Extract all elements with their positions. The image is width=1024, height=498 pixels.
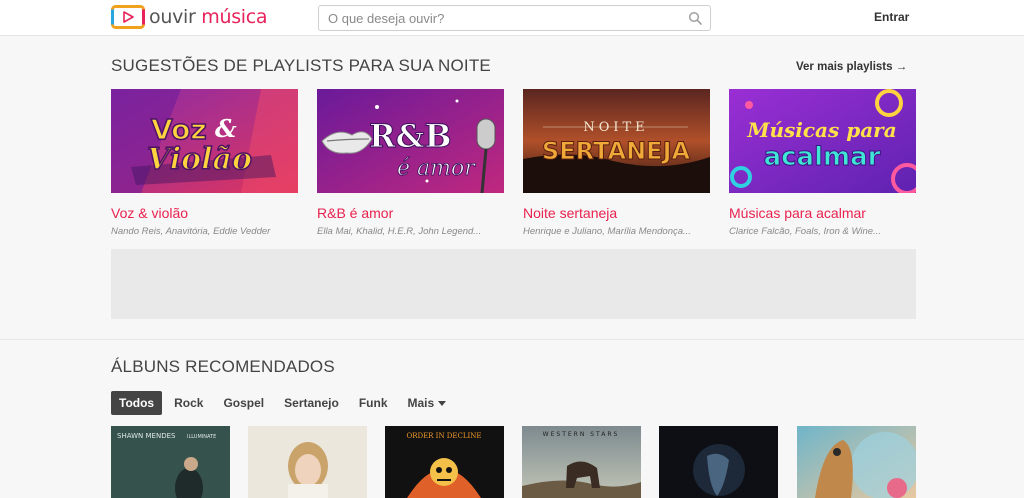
see-more-playlists-link[interactable]: Ver mais playlists → [796,61,907,73]
album-cover-title: ILLUMINATE [187,434,216,440]
logo-text-ouvir: ouvir [149,6,202,28]
playlist-cover[interactable]: NOITE SERTANEJA [523,89,710,193]
svg-text:&: & [215,114,237,143]
filter-rock[interactable]: Rock [166,391,211,415]
playlist-artists: Henrique e Juliano, Marília Mendonça... [523,226,691,237]
logo-text: ouvir música [149,6,268,28]
section-divider [0,339,1024,340]
playlist-cover[interactable]: R&B é amor [317,89,504,194]
caret-down-icon [438,401,447,407]
albums-heading: ÁLBUNS RECOMENDADOS [111,357,335,376]
svg-text:NOITE: NOITE [583,120,648,135]
album-cover[interactable]: ORDER IN DECLINE [385,426,504,498]
svg-text:acalmar: acalmar [764,142,881,172]
playlist-artists: Ella Mai, Khalid, H.E.R, John Legend... [317,226,482,237]
album-cover[interactable]: SHAWN MENDES ILLUMINATE [111,426,230,498]
filter-todos[interactable]: Todos [111,391,163,415]
playlist-cover[interactable]: Músicas para acalmar [729,89,923,195]
album-cover[interactable]: WESTERN STARS [522,426,641,498]
playlist-card-noite-sertaneja[interactable]: NOITE SERTANEJA Noite sertaneja Henrique… [523,89,710,237]
login-button[interactable]: Entrar [874,10,909,24]
album-cover-title: WESTERN STARS [543,431,620,438]
svg-text:R&B: R&B [369,117,452,155]
playlist-artists: Clarice Falcão, Foals, Iron & Wine... [729,226,881,237]
search-icon[interactable] [688,11,702,25]
playlist-card-voz-violao[interactable]: Voz & Violão Voz & violão Nando Reis, An… [111,89,298,237]
album-cover-artist: SHAWN MENDES [117,432,176,440]
playlist-card-musicas-acalmar[interactable]: Músicas para acalmar Músicas para acalma… [729,89,923,237]
svg-text:SERTANEJA: SERTANEJA [542,137,691,165]
album-cover[interactable] [248,426,367,498]
logo-text-musica: música [201,6,268,28]
svg-text:Violão: Violão [147,142,252,177]
svg-text:Músicas para: Músicas para [746,118,896,142]
play-icon [111,5,145,29]
album-cover[interactable] [797,426,916,498]
svg-text:é amor: é amor [397,156,476,181]
playlist-artists: Nando Reis, Anavitória, Eddie Vedder [111,226,271,237]
playlist-title[interactable]: Músicas para acalmar [729,205,916,221]
playlists-heading: SUGESTÕES DE PLAYLISTS PARA SUA NOITE [111,56,491,75]
playlist-title[interactable]: R&B é amor [317,205,504,221]
filter-funk[interactable]: Funk [351,391,396,415]
search-box [318,5,711,31]
album-cover[interactable] [659,426,778,498]
playlist-card-rnb-amor[interactable]: R&B é amor R&B é amor Ella Mai, Khalid, … [317,89,504,237]
top-bar: ouvir música Entrar [0,0,1024,36]
album-cover-title: ORDER IN DECLINE [406,432,481,440]
playlist-cover[interactable]: Voz & Violão [111,89,298,193]
search-input[interactable] [319,6,679,30]
genre-filter-bar: Todos Rock Gospel Sertanejo Funk Mais [111,391,458,415]
logo[interactable]: ouvir música [111,5,268,29]
playlist-title[interactable]: Noite sertaneja [523,205,710,221]
ad-banner-placeholder [111,249,916,319]
filter-gospel[interactable]: Gospel [215,391,272,415]
filter-mais-dropdown[interactable]: Mais [400,391,455,415]
filter-sertanejo[interactable]: Sertanejo [276,391,347,415]
playlist-title[interactable]: Voz & violão [111,205,298,221]
filter-mais-label: Mais [407,396,435,410]
